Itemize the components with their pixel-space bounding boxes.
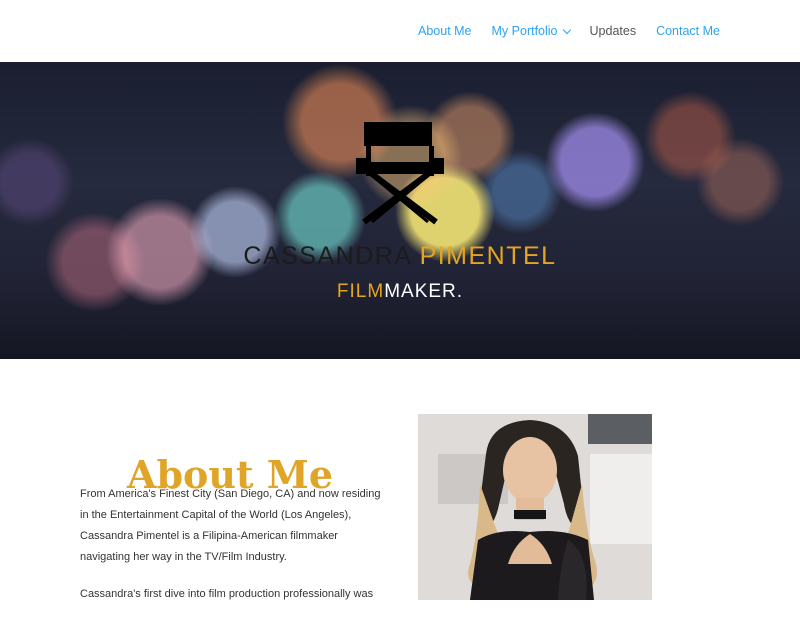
hero-banner: CASSANDRA PIMENTEL FILMMAKER. (0, 62, 800, 359)
site-header: About Me My Portfolio Updates Contact Me (0, 0, 800, 62)
nav-item-updates[interactable]: Updates (590, 24, 637, 38)
about-text: From America's Finest City (San Diego, C… (80, 484, 385, 621)
chevron-down-icon (562, 25, 571, 34)
about-paragraph-1: From America's Finest City (San Diego, C… (80, 488, 381, 563)
nav-label: Updates (589, 24, 637, 38)
hero-title-first: CASSANDRA (243, 242, 412, 270)
hero-subtitle-maker: MAKER. (384, 281, 464, 302)
director-chair-icon (356, 122, 444, 225)
portrait-illustration (418, 414, 652, 600)
nav-label: My Portfolio (491, 24, 558, 38)
nav-label: Contact Me (656, 24, 720, 38)
nav-item-contact-me[interactable]: Contact Me (656, 24, 720, 38)
about-paragraph-2: Cassandra's first dive into film product… (80, 588, 374, 600)
nav-item-about-me[interactable]: About Me (418, 24, 472, 38)
hero-subtitle-film: FILM (336, 281, 385, 302)
hero-subtitle: FILMMAKER. (0, 281, 800, 303)
hero-title-last: PIMENTEL (419, 242, 557, 270)
main-nav: About Me My Portfolio Updates Contact Me (418, 0, 720, 62)
portrait-photo (418, 414, 652, 600)
hero-title: CASSANDRA PIMENTEL (0, 242, 800, 271)
nav-label: About Me (418, 24, 472, 38)
nav-item-my-portfolio[interactable]: My Portfolio (491, 24, 571, 38)
